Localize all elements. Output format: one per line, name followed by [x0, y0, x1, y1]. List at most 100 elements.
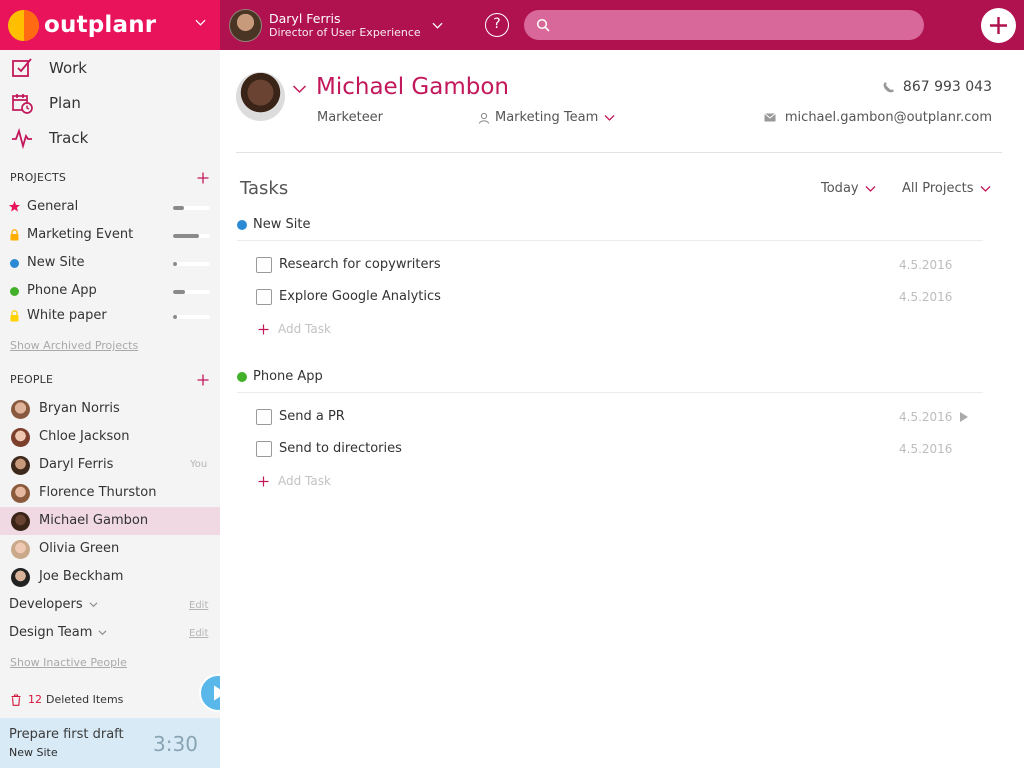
task-checkbox[interactable]: [256, 441, 272, 457]
task-date: 4.5.2016: [899, 442, 953, 456]
task-label[interactable]: Explore Google Analytics: [279, 289, 441, 304]
project-item-new-site[interactable]: New Site: [0, 251, 220, 275]
chevron-down-icon[interactable]: [195, 17, 206, 28]
group-label: Developers: [9, 597, 83, 612]
start-timer-icon[interactable]: [960, 412, 968, 422]
phone-number: 867 993 043: [902, 79, 992, 95]
lock-icon: [10, 229, 19, 241]
search-input[interactable]: [558, 10, 908, 40]
edit-group-link[interactable]: Edit: [189, 600, 208, 611]
show-inactive-people-link[interactable]: Show Inactive People: [10, 656, 127, 669]
app-brand[interactable]: outplanr: [0, 0, 220, 50]
task-group-header-phone-app: Phone App: [237, 369, 323, 384]
chevron-down-icon: [980, 186, 990, 192]
edit-group-link[interactable]: Edit: [189, 628, 208, 639]
top-bar: outplanr Daryl Ferris Director of User E…: [0, 0, 1024, 50]
team-name: Marketing Team: [495, 110, 599, 125]
project-item-general[interactable]: General: [0, 195, 220, 219]
profile-phone[interactable]: 867 993 043: [882, 79, 992, 95]
profile-email[interactable]: michael.gambon@outplanr.com: [764, 110, 992, 125]
nav-item-label: Track: [49, 129, 89, 147]
add-person-icon[interactable]: [197, 374, 209, 386]
person-name: Bryan Norris: [39, 401, 120, 416]
person-name: Chloe Jackson: [39, 429, 130, 444]
project-progress-bar: [173, 206, 210, 210]
person-item-michael-gambon[interactable]: Michael Gambon: [0, 507, 220, 535]
person-name: Daryl Ferris: [39, 457, 114, 472]
project-item-marketing-event[interactable]: Marketing Event: [0, 223, 220, 247]
help-icon[interactable]: ?: [485, 13, 509, 37]
task-label[interactable]: Send to directories: [279, 441, 402, 456]
avatar: [11, 512, 30, 531]
add-project-icon[interactable]: [197, 172, 209, 184]
add-task-label: Add Task: [278, 474, 331, 488]
checkbox-edit-icon: [12, 58, 32, 77]
project-item-white-paper[interactable]: White paper: [0, 304, 220, 328]
person-item-bryan-norris[interactable]: Bryan Norris: [0, 395, 220, 423]
deleted-items[interactable]: 12 Deleted Items: [11, 693, 123, 706]
task-label[interactable]: Send a PR: [279, 409, 345, 424]
nav-item-plan[interactable]: Plan: [0, 86, 220, 120]
sidebar: Work Plan Track PROJECTS General Marketi…: [0, 50, 220, 768]
task-date: 4.5.2016: [899, 410, 953, 424]
person-item-olivia-green[interactable]: Olivia Green: [0, 535, 220, 563]
chevron-down-icon[interactable]: [89, 600, 98, 609]
deleted-count: 12: [28, 693, 42, 706]
task-row: Research for copywriters 4.5.2016: [256, 255, 986, 277]
chevron-down-icon[interactable]: [98, 628, 107, 637]
nav-item-work[interactable]: Work: [0, 51, 220, 85]
people-group-developers[interactable]: Developers Edit: [0, 593, 220, 617]
chevron-down-icon[interactable]: [432, 20, 443, 31]
task-group-header-new-site: New Site: [237, 217, 310, 232]
date-filter-label: Today: [821, 181, 859, 196]
task-row: Explore Google Analytics 4.5.2016: [256, 287, 986, 309]
phone-icon: [883, 81, 894, 92]
task-group-name: New Site: [253, 217, 311, 232]
task-checkbox[interactable]: [256, 409, 272, 425]
task-checkbox[interactable]: [256, 257, 272, 273]
avatar: [11, 568, 30, 587]
profile-name: Michael Gambon: [316, 74, 509, 100]
person-item-florence-thurston[interactable]: Florence Thurston: [0, 479, 220, 507]
nav-item-label: Plan: [49, 94, 81, 112]
calendar-clock-icon: [12, 94, 33, 114]
avatar: [11, 456, 30, 475]
project-progress-bar: [173, 234, 210, 238]
divider: [237, 240, 983, 241]
date-filter-dropdown[interactable]: Today: [821, 181, 876, 196]
task-label[interactable]: Research for copywriters: [279, 257, 441, 272]
team-selector[interactable]: Marketing Team: [478, 110, 615, 125]
person-item-daryl-ferris[interactable]: Daryl Ferris You: [0, 451, 220, 479]
current-user-menu[interactable]: Daryl Ferris Director of User Experience: [229, 0, 443, 50]
person-item-joe-beckham[interactable]: Joe Beckham: [0, 563, 220, 591]
project-filter-dropdown[interactable]: All Projects: [902, 181, 991, 196]
people-group-design-team[interactable]: Design Team Edit: [0, 621, 220, 645]
add-task-button[interactable]: Add Task: [258, 322, 331, 336]
project-item-phone-app[interactable]: Phone App: [0, 279, 220, 303]
divider: [237, 392, 983, 393]
chevron-down-icon[interactable]: [292, 81, 307, 96]
task-group-name: Phone App: [253, 369, 323, 384]
group-color-dot: [237, 371, 247, 382]
avatar: [11, 428, 30, 447]
nav-item-track[interactable]: Track: [0, 121, 220, 155]
task-row: Send a PR 4.5.2016: [256, 407, 986, 429]
task-checkbox[interactable]: [256, 289, 272, 305]
timer-project-name: New Site: [9, 746, 58, 759]
search-box[interactable]: [524, 10, 924, 40]
add-task-button[interactable]: Add Task: [258, 474, 331, 488]
nav-item-label: Work: [49, 59, 87, 77]
trash-icon: [11, 693, 21, 706]
divider: [236, 152, 1002, 153]
lock-icon: [10, 310, 19, 322]
add-button[interactable]: [981, 8, 1016, 43]
group-label: Design Team: [9, 625, 93, 640]
app-name: outplanr: [44, 12, 157, 38]
person-item-chloe-jackson[interactable]: Chloe Jackson: [0, 423, 220, 451]
you-badge: You: [190, 459, 208, 470]
star-icon: [9, 201, 20, 212]
profile-role: Marketeer: [317, 110, 384, 125]
show-archived-projects-link[interactable]: Show Archived Projects: [10, 339, 138, 352]
avatar: [11, 484, 30, 503]
tasks-title: Tasks: [240, 178, 289, 199]
